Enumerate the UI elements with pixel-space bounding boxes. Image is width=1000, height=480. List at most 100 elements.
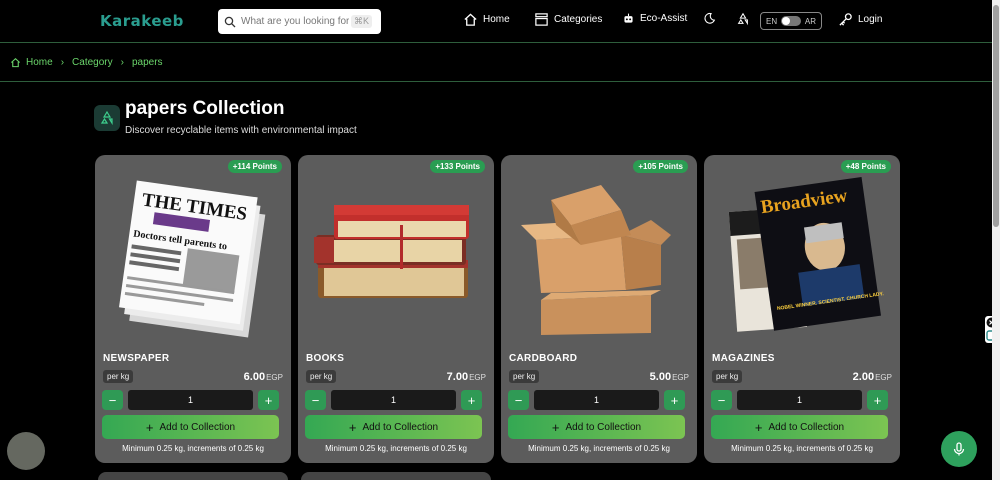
increase-quantity-button[interactable]: +: [258, 390, 279, 410]
points-badge: +105 Points: [633, 160, 688, 173]
breadcrumb: Home › Category › papers: [0, 42, 992, 82]
add-to-collection-button[interactable]: + Add to Collection: [102, 415, 279, 439]
unit-badge: per kg: [509, 370, 540, 383]
search-box[interactable]: ⌘K: [218, 9, 381, 34]
product-price: 7.00EGP: [447, 371, 486, 383]
cardboard-image: [521, 185, 671, 335]
breadcrumb-category[interactable]: Category: [72, 57, 113, 68]
product-card-books[interactable]: +133 Points BOOKS per kg 7.00EGP − 1 + +…: [298, 155, 494, 463]
add-to-collection-button[interactable]: + Add to Collection: [711, 415, 888, 439]
quantity-input[interactable]: 1: [534, 390, 659, 410]
unit-badge: per kg: [306, 370, 337, 383]
nav-categories[interactable]: Categories: [534, 12, 602, 27]
scrollbar-thumb[interactable]: [993, 5, 999, 227]
plus-icon: +: [873, 392, 882, 408]
decrease-quantity-button[interactable]: −: [102, 390, 123, 410]
points-badge: +133 Points: [430, 160, 485, 173]
product-price: 6.00EGP: [244, 371, 283, 383]
recycle-button[interactable]: [736, 12, 755, 26]
price-value: 2.00: [852, 371, 875, 383]
price-value: 6.00: [243, 371, 266, 383]
categories-icon: [535, 13, 548, 26]
minus-icon: −: [311, 392, 320, 408]
unit-badge: per kg: [103, 370, 134, 383]
nav-home-label: Home: [483, 14, 510, 25]
nav-eco-assist[interactable]: Eco-Assist: [622, 12, 687, 25]
product-card-magazines[interactable]: Broadview NOBEL WINNER. SCIENTIST. CHURC…: [704, 155, 900, 463]
home-icon: [11, 57, 20, 67]
product-card-partial: [301, 472, 491, 480]
lang-toggle[interactable]: [781, 16, 801, 26]
product-name: MAGAZINES: [712, 353, 775, 364]
quantity-input[interactable]: 1: [128, 390, 253, 410]
books-image: [314, 205, 469, 298]
plus-icon: +: [264, 392, 273, 408]
plus-icon: +: [670, 392, 679, 408]
lang-ar[interactable]: AR: [805, 17, 816, 26]
recycle-icon: [737, 12, 748, 26]
minimum-note: Minimum 0.25 kg, increments of 0.25 kg: [528, 444, 670, 453]
increase-quantity-button[interactable]: +: [461, 390, 482, 410]
chevron-right-icon: ›: [120, 56, 124, 68]
points-badge: +114 Points: [227, 160, 282, 173]
quantity-input[interactable]: 1: [331, 390, 456, 410]
moon-icon: [704, 12, 716, 24]
language-switch[interactable]: EN AR: [760, 12, 822, 30]
plus-icon: +: [467, 392, 476, 408]
top-navbar: Karakeeb ⌘K Home Categories Eco-Assist E…: [0, 0, 992, 42]
add-to-collection-button[interactable]: + Add to Collection: [305, 415, 482, 439]
login-label: Login: [858, 14, 883, 25]
key-icon: [839, 13, 852, 26]
microphone-icon: [953, 442, 965, 456]
search-icon: [224, 16, 236, 27]
lang-en[interactable]: EN: [766, 17, 777, 26]
add-label: Add to Collection: [565, 421, 642, 433]
add-to-collection-button[interactable]: + Add to Collection: [508, 415, 685, 439]
minimum-note: Minimum 0.25 kg, increments of 0.25 kg: [325, 444, 467, 453]
theme-toggle[interactable]: [703, 12, 721, 25]
add-label: Add to Collection: [362, 421, 439, 433]
product-price: 2.00EGP: [853, 371, 892, 383]
increase-quantity-button[interactable]: +: [664, 390, 685, 410]
decrease-quantity-button[interactable]: −: [711, 390, 732, 410]
breadcrumb-home[interactable]: Home: [26, 57, 53, 68]
breadcrumb-current: papers: [131, 56, 163, 68]
search-input[interactable]: [241, 16, 349, 27]
price-currency: EGP: [266, 373, 283, 382]
search-shortcut: ⌘K: [351, 15, 373, 28]
magazines-image: Broadview NOBEL WINNER. SCIENTIST. CHURC…: [728, 177, 885, 332]
price-value: 5.00: [649, 371, 672, 383]
increase-quantity-button[interactable]: +: [867, 390, 888, 410]
recycle-icon: [94, 105, 120, 131]
decrease-quantity-button[interactable]: −: [305, 390, 326, 410]
minimum-note: Minimum 0.25 kg, increments of 0.25 kg: [731, 444, 873, 453]
price-currency: EGP: [469, 373, 486, 382]
nav-eco-assist-label: Eco-Assist: [640, 13, 688, 24]
login-link[interactable]: Login: [838, 12, 882, 27]
page-scrollbar[interactable]: [992, 0, 1000, 480]
minus-icon: −: [108, 392, 117, 408]
minus-icon: −: [717, 392, 726, 408]
minus-icon: −: [514, 392, 523, 408]
site-badge-logo: [7, 432, 45, 470]
add-label: Add to Collection: [159, 421, 236, 433]
chevron-right-icon: ›: [60, 56, 65, 68]
brand-logo[interactable]: Karakeeb: [100, 12, 184, 30]
minimum-note: Minimum 0.25 kg, increments of 0.25 kg: [122, 444, 264, 453]
home-icon: [464, 13, 477, 26]
product-card-newspaper[interactable]: THE TIMES Doctors tell parents to +114 P…: [95, 155, 291, 463]
voice-assistant-button[interactable]: [941, 431, 977, 467]
product-name: CARDBOARD: [509, 353, 578, 364]
nav-home[interactable]: Home: [463, 12, 510, 27]
product-name: NEWSPAPER: [103, 353, 170, 364]
quantity-input[interactable]: 1: [737, 390, 862, 410]
price-currency: EGP: [875, 373, 892, 382]
product-card-cardboard[interactable]: +105 Points CARDBOARD per kg 5.00EGP − 1…: [501, 155, 697, 463]
add-label: Add to Collection: [768, 421, 845, 433]
plus-icon: +: [551, 419, 560, 435]
decrease-quantity-button[interactable]: −: [508, 390, 529, 410]
price-currency: EGP: [672, 373, 689, 382]
page-title: papers Collection: [125, 98, 285, 119]
plus-icon: +: [145, 419, 154, 435]
points-badge: +48 Points: [840, 160, 891, 173]
